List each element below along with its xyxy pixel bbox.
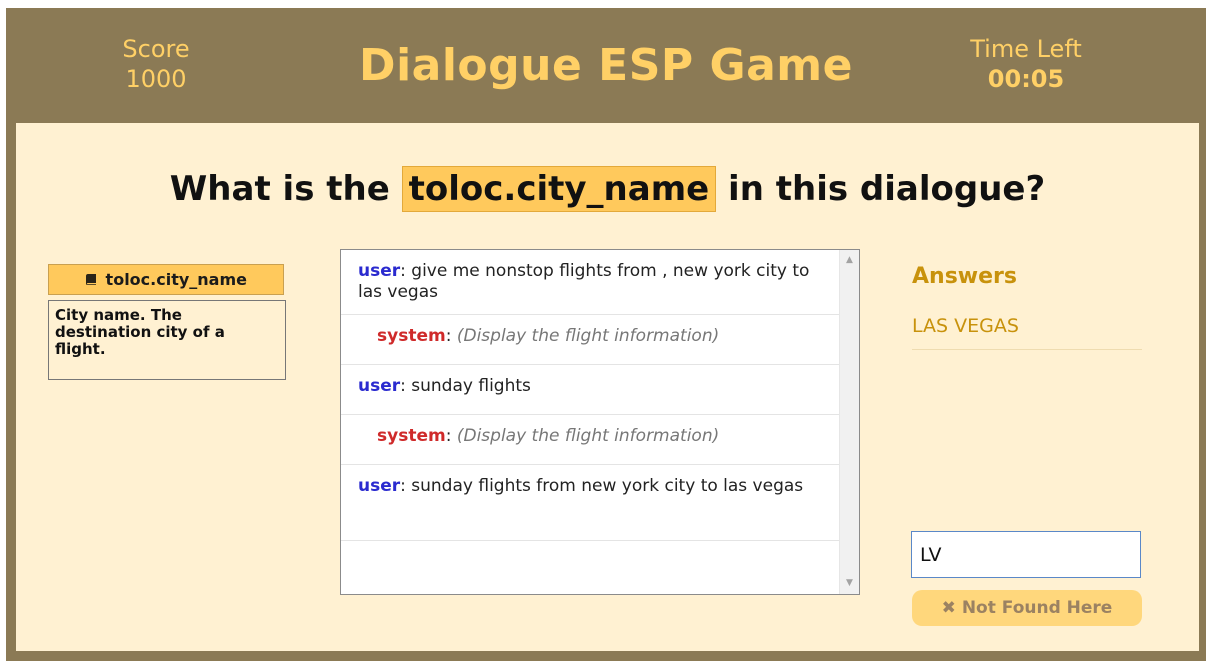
turn-text: sunday flights from new york city to las… (411, 476, 804, 496)
dialogue-turns: user: give me nonstop flights from , new… (341, 250, 841, 541)
dialogue-turn: user: sunday flights (341, 365, 841, 415)
speaker-label: user (358, 476, 401, 496)
slot-tag-label: toloc.city_name (105, 270, 247, 289)
time-label: Time Left (970, 35, 1082, 63)
close-icon: ✖ (941, 598, 956, 618)
question-suffix: in this dialogue? (728, 169, 1046, 209)
question-prompt: What is the toloc.city_name in this dial… (16, 165, 1199, 213)
game-panel: What is the toloc.city_name in this dial… (16, 123, 1199, 651)
turn-text: (Display the flight information) (456, 326, 720, 346)
not-found-label: Not Found Here (961, 598, 1113, 618)
not-found-button[interactable]: ✖ Not Found Here (912, 590, 1142, 626)
header: Score 1000 Dialogue ESP Game Time Left 0… (6, 8, 1206, 123)
speaker-label: system (377, 326, 446, 346)
dialogue-turn: system: (Display the flight information) (341, 315, 841, 365)
dialogue-turn: system: (Display the flight information) (341, 415, 841, 465)
game-frame: Score 1000 Dialogue ESP Game Time Left 0… (6, 8, 1206, 661)
speaker-label: user (358, 376, 401, 396)
dialogue-box[interactable]: user: give me nonstop flights from , new… (340, 249, 860, 595)
slot-description: City name. The destination city of a fli… (48, 300, 286, 380)
turn-text: sunday flights (411, 376, 531, 396)
book-icon (85, 274, 102, 289)
question-prefix: What is the (169, 169, 390, 209)
question-slot-highlight: toloc.city_name (401, 166, 717, 212)
time-value: 00:05 (987, 65, 1065, 93)
turn-text: (Display the flight information) (456, 426, 720, 446)
dialogue-turn: user: give me nonstop flights from , new… (341, 250, 841, 315)
answer-item: LAS VEGAS (912, 315, 1142, 350)
dialogue-turn: user: sunday flights from new york city … (341, 465, 841, 541)
scroll-up-icon[interactable]: ▲ (840, 252, 859, 269)
speaker-label: user (358, 261, 401, 281)
turn-text: give me nonstop flights from , new york … (358, 261, 810, 302)
slot-tag: toloc.city_name (48, 264, 284, 295)
answer-input[interactable] (911, 531, 1141, 578)
dialogue-scrollbar[interactable]: ▲ ▼ (839, 250, 859, 594)
timer-display: Time Left 00:05 (946, 34, 1106, 94)
speaker-label: system (377, 426, 446, 446)
scroll-down-icon[interactable]: ▼ (840, 575, 859, 592)
answers-heading: Answers (912, 264, 1017, 289)
